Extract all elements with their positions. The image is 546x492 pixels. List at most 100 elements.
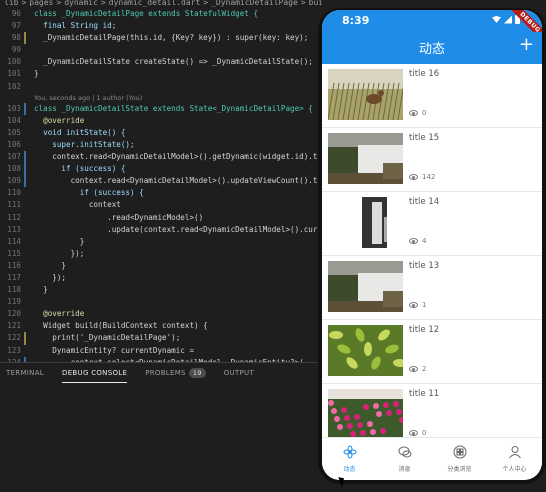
code-line[interactable]: 123 DynamicEntity? currentDynamic =: [0, 345, 322, 357]
breadcrumb-separator: >: [300, 0, 306, 7]
line-number: 112: [7, 212, 21, 222]
user-icon: [508, 445, 522, 464]
line-number: 114: [7, 236, 21, 246]
code-line[interactable]: 99: [0, 44, 322, 56]
app-bar: 动态 +: [322, 32, 542, 64]
code-line[interactable]: 111 context: [0, 199, 322, 211]
line-number: 110: [7, 188, 21, 198]
line-number: 111: [7, 200, 21, 210]
code-line[interactable]: 116 }: [0, 260, 322, 272]
dynamic-title: title 13: [409, 261, 440, 271]
breadcrumb-item[interactable]: _DynamicDetailPage: [211, 0, 298, 7]
panel-tab-problems[interactable]: PROBLEMS 19: [145, 363, 206, 383]
nav-label: 消息: [398, 466, 411, 473]
line-number: 109: [7, 176, 21, 186]
code-line[interactable]: 122 print('_DynamicDetailPage');: [0, 332, 322, 345]
git-change-marker[interactable]: [24, 102, 26, 115]
flower-icon: [343, 445, 357, 464]
problems-count-badge: 19: [188, 368, 206, 378]
nav-item-0[interactable]: 动态: [322, 438, 377, 480]
view-count-value: 4: [422, 237, 427, 245]
code-line[interactable]: 115 });: [0, 248, 322, 260]
code-text: .update(context.read<DynamicDetailModel>…: [34, 224, 322, 234]
line-number: 122: [7, 333, 21, 343]
code-editor: lib > pages > dynamic > dynamic_detail.dart > _D…: [0, 0, 322, 492]
add-button[interactable]: +: [519, 35, 534, 55]
nav-item-3[interactable]: 个人中心: [487, 438, 542, 480]
code-line[interactable]: 97 final String id;: [0, 20, 322, 32]
code-line[interactable]: 100 _DynamicDetailState createState() =>…: [0, 56, 322, 68]
nav-label: 个人中心: [502, 466, 527, 473]
code-line[interactable]: 109 context.read<DynamicDetailModel>().u…: [0, 175, 322, 188]
git-change-marker[interactable]: [24, 332, 26, 345]
breadcrumb-item[interactable]: dynamic: [64, 0, 98, 7]
code-line[interactable]: 117 });: [0, 272, 322, 284]
code-text: }: [34, 69, 39, 79]
code-line[interactable]: 119: [0, 296, 322, 308]
code-line[interactable]: 106 super.initState();: [0, 139, 322, 151]
git-change-marker[interactable]: [24, 32, 26, 45]
panel-tab-label: OUTPUT: [223, 369, 255, 377]
code-line[interactable]: 104 @override: [0, 115, 322, 127]
code-text: void initState() {: [34, 127, 126, 137]
list-item[interactable]: title 13 1: [322, 256, 542, 320]
code-text: if (success) {: [34, 164, 126, 174]
git-change-marker[interactable]: [24, 175, 26, 188]
code-text: class _DynamicDetailPage extends Statefu…: [34, 9, 259, 18]
code-text: context: [34, 200, 121, 210]
code-text: context.read<DynamicDetailModel>().updat…: [34, 176, 322, 186]
code-text: super.initState();: [34, 139, 135, 149]
code-line[interactable]: 105 void initState() {: [0, 127, 322, 139]
git-change-marker[interactable]: [24, 163, 26, 176]
breadcrumb-item[interactable]: lib: [4, 0, 18, 7]
nav-item-1[interactable]: 消息: [377, 438, 432, 480]
panel-tab-debug-console[interactable]: DEBUG CONSOLE: [62, 363, 128, 383]
dynamic-list[interactable]: title 16 0 title 15 142 title 14 4 title 13 1 ti…: [322, 64, 542, 448]
breadcrumb-item[interactable]: dynamic_detail.dart: [109, 0, 201, 7]
dynamic-title: title 15: [409, 133, 440, 143]
line-number: 97: [11, 21, 21, 31]
line-number: 121: [7, 321, 21, 331]
panel-tab-output[interactable]: OUTPUT: [224, 363, 254, 383]
code-line[interactable]: 120 @override: [0, 308, 322, 320]
list-item[interactable]: title 12 2: [322, 320, 542, 384]
line-number: 100: [7, 57, 21, 67]
eye-icon: [409, 110, 418, 116]
view-count: 0: [409, 429, 426, 437]
list-item[interactable]: title 16 0: [322, 64, 542, 128]
eye-icon: [409, 366, 418, 372]
git-change-marker[interactable]: [24, 151, 26, 164]
code-line[interactable]: 118 }: [0, 284, 322, 296]
code-line[interactable]: 121 Widget build(BuildContext context) {: [0, 320, 322, 332]
code-line[interactable]: 103 class _DynamicDetailState extends Sta…: [0, 102, 322, 115]
nav-item-2[interactable]: 分类浏览: [432, 438, 487, 480]
dynamic-title: title 14: [409, 197, 440, 207]
code-line[interactable]: 110 if (success) {: [0, 187, 322, 199]
list-item[interactable]: title 15 142: [322, 128, 542, 192]
line-number: 108: [7, 164, 21, 174]
phone-screen: 8:39 DEBUG 动态 + title 16 0 title 15 142 titl…: [322, 10, 542, 480]
codelens-blame[interactable]: You, seconds ago | 1 author (You): [0, 93, 322, 103]
breadcrumb-separator: >: [100, 0, 106, 7]
list-item[interactable]: title 14 4: [322, 192, 542, 256]
breadcrumb-item[interactable]: build: [309, 0, 322, 7]
code-line[interactable]: 113 .update(context.read<DynamicDetailMo…: [0, 224, 322, 236]
line-number: 115: [7, 248, 21, 258]
code-line[interactable]: 101}: [0, 68, 322, 80]
code-line[interactable]: 98 _DynamicDetailPage(this.id, {Key? key…: [0, 32, 322, 45]
panel-tab-terminal[interactable]: TERMINAL: [6, 363, 44, 383]
eye-icon: [409, 302, 418, 308]
page-title: 动态: [418, 42, 445, 57]
code-line[interactable]: 108 if (success) {: [0, 163, 322, 176]
code-line[interactable]: 107 context.read<DynamicDetailModel>().g…: [0, 151, 322, 164]
line-number: 106: [7, 139, 21, 149]
dynamic-thumbnail: [328, 261, 403, 312]
code-line[interactable]: 96 class _DynamicDetailPage extends State…: [0, 8, 322, 20]
code-text: }: [34, 236, 85, 246]
breadcrumb-item[interactable]: pages: [29, 0, 53, 7]
code-line[interactable]: 114 }: [0, 236, 322, 248]
code-line[interactable]: 112 .read<DynamicModel>(): [0, 212, 322, 224]
line-number: 101: [7, 69, 21, 79]
code-line[interactable]: 102: [0, 81, 322, 93]
line-number: 119: [7, 297, 21, 307]
